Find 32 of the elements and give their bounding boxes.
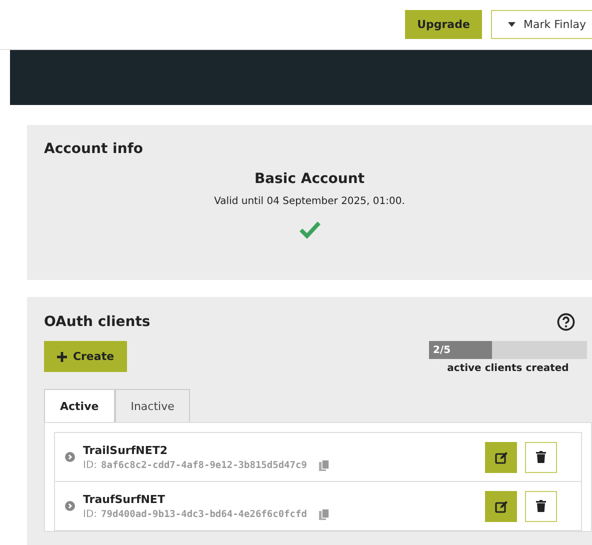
- section-title: OAuth clients: [44, 314, 150, 330]
- validity-text: Valid until 04 September 2025, 01:00.: [214, 196, 405, 207]
- create-button[interactable]: Create: [44, 341, 127, 372]
- caret-icon: [508, 22, 516, 27]
- copy-icon[interactable]: [318, 508, 329, 520]
- client-id: 79d400ad-9b13-4dc3-bd64-4e26f6c0fcfd: [101, 508, 307, 520]
- edit-button[interactable]: [485, 490, 517, 522]
- edit-icon: [494, 450, 508, 464]
- trash-icon: [536, 451, 546, 463]
- edit-button[interactable]: [485, 442, 517, 472]
- edit-icon: [494, 500, 508, 512]
- tab[interactable]: Inactive: [114, 389, 190, 422]
- quota-caption: active clients created: [447, 363, 569, 374]
- delete-button[interactable]: [525, 490, 557, 522]
- quota-fill: 2/5: [429, 341, 492, 359]
- section-title: Account info: [44, 141, 144, 157]
- client-id: 8af6c8c2-cdd7-4af8-9e12-3b815d5d47c9: [101, 460, 307, 470]
- user-menu[interactable]: Mark Finlay: [491, 10, 592, 39]
- client-name: TraufSurfNET: [83, 492, 166, 506]
- copy-icon[interactable]: [318, 460, 329, 470]
- help-icon[interactable]: [557, 313, 575, 331]
- trash-icon: [536, 500, 546, 512]
- chevron-icon[interactable]: [65, 452, 75, 462]
- id-label: ID:: [83, 508, 98, 520]
- id-label: ID:: [83, 460, 98, 470]
- client-name: TrailSurfNET2: [83, 444, 169, 456]
- tab[interactable]: Active: [44, 389, 115, 422]
- delete-button[interactable]: [525, 442, 557, 472]
- plus-icon: [56, 352, 67, 362]
- upgrade-button[interactable]: Upgrade: [405, 10, 482, 39]
- plan-name: Basic Account: [254, 171, 365, 187]
- chevron-icon[interactable]: [65, 501, 75, 511]
